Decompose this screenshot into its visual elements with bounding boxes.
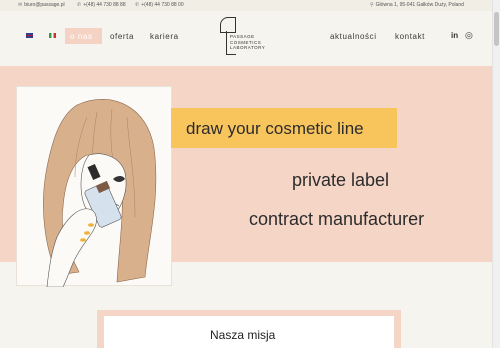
- logo-line-3: LABORATORY: [230, 45, 266, 50]
- nav-item-kontakt[interactable]: kontakt: [395, 32, 425, 41]
- email-icon: ✉: [18, 2, 23, 8]
- phone-contact-1[interactable]: ✆ +(48) 44 730 88 88: [77, 2, 126, 8]
- nav-item-o-nas[interactable]: o nas: [65, 28, 102, 44]
- linkedin-icon[interactable]: in: [451, 31, 458, 40]
- scrollbar-thumb[interactable]: [494, 12, 499, 46]
- email-contact[interactable]: ✉ biuro@passage.pl: [18, 2, 65, 8]
- phone-text-2[interactable]: +(48) 44 730 88 00: [141, 2, 183, 8]
- site-logo[interactable]: PASSAGE COSMETICS LABORATORY: [220, 17, 278, 59]
- logo-text: PASSAGE COSMETICS LABORATORY: [230, 34, 265, 51]
- nav-item-aktualnosci[interactable]: aktualności: [330, 32, 377, 41]
- email-text[interactable]: biuro@passage.pl: [24, 2, 64, 8]
- address-contact: ⚲ Główna 1, 95-041 Gałków Duży, Poland: [370, 2, 464, 8]
- hero-tagline: draw your cosmetic line: [186, 119, 364, 138]
- nav-label-o-nas[interactable]: o nas: [70, 32, 93, 41]
- hero-subtitle-private-label: private label: [292, 170, 390, 190]
- page-scrollbar[interactable]: [492, 0, 500, 348]
- phone-icon: ✆: [77, 2, 82, 8]
- location-pin-icon: ⚲: [370, 2, 374, 8]
- nav-item-kariera[interactable]: kariera: [150, 32, 179, 41]
- flag-en-icon[interactable]: [26, 33, 33, 38]
- phone-icon: ✆: [135, 2, 140, 8]
- phone-text-1[interactable]: +(48) 44 730 88 88: [83, 2, 125, 8]
- top-contact-bar: ✉ biuro@passage.pl ✆ +(48) 44 730 88 88 …: [0, 0, 500, 11]
- instagram-icon[interactable]: ◎: [465, 30, 473, 41]
- hero-illustration: [16, 86, 172, 288]
- mission-title: Nasza misja: [210, 328, 276, 342]
- phone-contact-2[interactable]: ✆ +(48) 44 730 88 00: [135, 2, 184, 8]
- flag-it-icon[interactable]: [49, 33, 56, 38]
- hero-subtitle-contract-manufacturer: contract manufacturer: [249, 209, 425, 229]
- address-text: Główna 1, 95-041 Gałków Duży, Poland: [375, 2, 464, 8]
- girl-with-bottle-illustration: [43, 99, 157, 288]
- nav-item-oferta[interactable]: oferta: [110, 32, 134, 41]
